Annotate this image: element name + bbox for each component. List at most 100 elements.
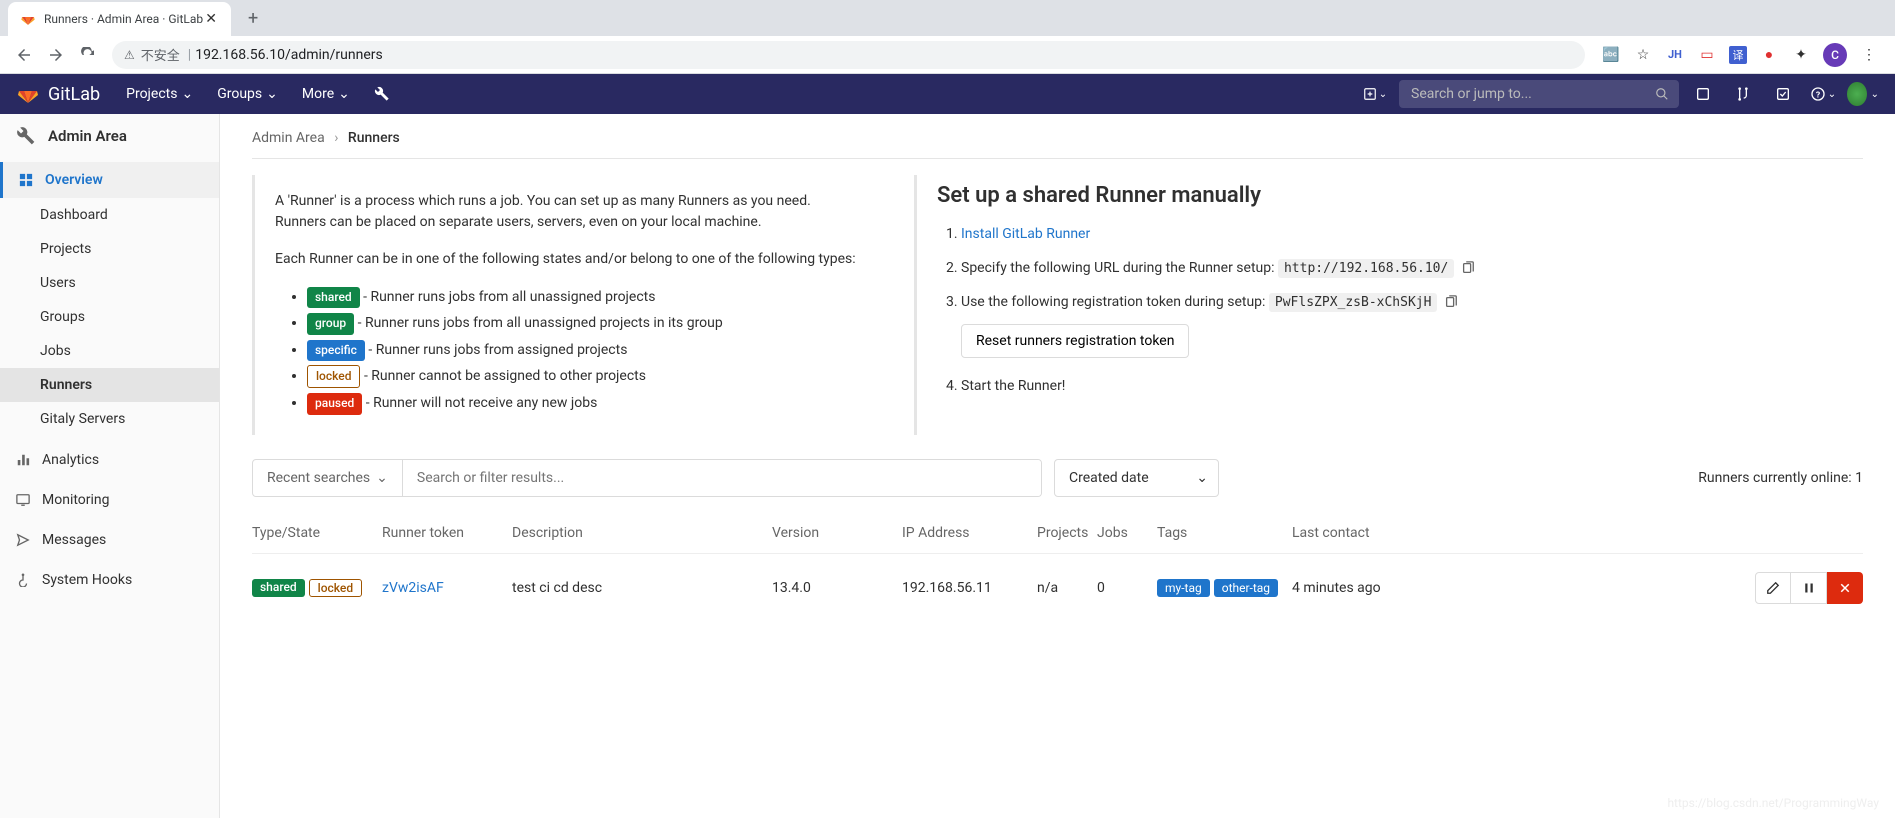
extensions-icon[interactable]: ✦ bbox=[1791, 45, 1811, 65]
new-tab-button[interactable]: + bbox=[239, 4, 267, 32]
search-wrap bbox=[1399, 80, 1679, 108]
tab-close-icon[interactable]: ✕ bbox=[203, 11, 219, 27]
badge-shared: shared bbox=[307, 287, 360, 308]
edit-runner-button[interactable] bbox=[1755, 572, 1791, 604]
sort-select[interactable]: Created date⌄ bbox=[1054, 459, 1219, 497]
cell-actions bbox=[1755, 572, 1863, 604]
runners-table: Type/State Runner token Description Vers… bbox=[252, 513, 1863, 622]
cell-proj: n/a bbox=[1037, 580, 1097, 596]
setup-box: Set up a shared Runner manually Install … bbox=[914, 175, 1863, 435]
sidebar-monitoring[interactable]: Monitoring bbox=[0, 480, 219, 520]
search-icon[interactable] bbox=[1655, 87, 1669, 101]
th-ver: Version bbox=[772, 525, 902, 541]
sidebar-hooks[interactable]: System Hooks bbox=[0, 560, 219, 600]
info-p2: Each Runner can be in one of the followi… bbox=[275, 249, 862, 270]
sidebar-item-gitaly[interactable]: Gitaly Servers bbox=[0, 402, 219, 436]
ext-jh-icon[interactable]: JH bbox=[1665, 45, 1685, 65]
sidebar-item-jobs[interactable]: Jobs bbox=[0, 334, 219, 368]
star-icon[interactable]: ☆ bbox=[1633, 45, 1653, 65]
hooks-icon bbox=[16, 573, 30, 587]
delete-runner-button[interactable] bbox=[1827, 572, 1863, 604]
reload-button[interactable] bbox=[74, 41, 102, 69]
setup-token: PwFlsZPX_zsB-xChSKjH bbox=[1269, 293, 1438, 312]
chevron-down-icon: ⌄ bbox=[266, 86, 278, 102]
cell-ip: 192.168.56.11 bbox=[902, 580, 1037, 596]
filter-row: Recent searches ⌄ Created date⌄ Runners … bbox=[252, 459, 1863, 497]
main-nav: Projects ⌄ Groups ⌄ More ⌄ bbox=[116, 78, 400, 110]
nav-more[interactable]: More ⌄ bbox=[292, 78, 360, 110]
tab-title: Runners · Admin Area · GitLab bbox=[44, 12, 203, 26]
sidebar-header[interactable]: Admin Area bbox=[0, 114, 219, 158]
help-icon[interactable]: ? ⌄ bbox=[1807, 78, 1839, 110]
search-input[interactable] bbox=[1399, 80, 1679, 108]
toolbar-icons: 🔤 ☆ JH ▭ 译 ● ✦ C ⋮ bbox=[1593, 43, 1887, 67]
profile-avatar[interactable]: C bbox=[1823, 43, 1847, 67]
wrench-icon bbox=[16, 126, 36, 146]
row-badge-shared: shared bbox=[252, 579, 305, 597]
recent-searches-button[interactable]: Recent searches ⌄ bbox=[253, 460, 403, 496]
info-row: A 'Runner' is a process which runs a job… bbox=[252, 175, 1863, 435]
info-p1: A 'Runner' is a process which runs a job… bbox=[275, 191, 862, 233]
not-secure-icon: ⚠ bbox=[124, 48, 135, 62]
menu-icon[interactable]: ⋮ bbox=[1859, 45, 1879, 65]
reset-token-button[interactable]: Reset runners registration token bbox=[961, 324, 1189, 358]
gitlab-header: GitLab Projects ⌄ Groups ⌄ More ⌄ ⌄ ? ⌄ … bbox=[0, 74, 1895, 114]
todos-icon[interactable] bbox=[1767, 78, 1799, 110]
gitlab-logo[interactable]: GitLab bbox=[16, 82, 100, 106]
back-button[interactable] bbox=[10, 41, 38, 69]
sidebar-item-runners[interactable]: Runners bbox=[0, 368, 219, 402]
ext-trans-icon[interactable]: 译 bbox=[1729, 46, 1747, 64]
sidebar-item-projects[interactable]: Projects bbox=[0, 232, 219, 266]
breadcrumb-sep: › bbox=[334, 130, 338, 146]
user-avatar bbox=[1847, 82, 1867, 106]
badge-locked: locked bbox=[307, 365, 360, 388]
breadcrumb: Admin Area › Runners bbox=[252, 130, 1863, 159]
plus-dropdown[interactable]: ⌄ bbox=[1359, 78, 1391, 110]
ext-rec-icon[interactable]: ● bbox=[1759, 45, 1779, 65]
user-menu[interactable]: ⌄ bbox=[1847, 78, 1879, 110]
th-last: Last contact bbox=[1292, 525, 1432, 541]
messages-icon bbox=[16, 533, 30, 547]
filter-input[interactable] bbox=[403, 460, 1041, 496]
translate-icon[interactable]: 🔤 bbox=[1601, 45, 1621, 65]
runner-token-link[interactable]: zVw2isAF bbox=[382, 580, 444, 596]
analytics-icon bbox=[16, 453, 30, 467]
install-runner-link[interactable]: Install GitLab Runner bbox=[961, 226, 1090, 242]
sidebar-overview[interactable]: Overview bbox=[0, 162, 219, 198]
sidebar-item-groups[interactable]: Groups bbox=[0, 300, 219, 334]
breadcrumb-root[interactable]: Admin Area bbox=[252, 130, 325, 146]
chevron-down-icon: ⌄ bbox=[1196, 470, 1208, 486]
runner-tag: other-tag bbox=[1214, 579, 1278, 597]
svg-text:?: ? bbox=[1816, 90, 1820, 100]
copy-token-icon[interactable] bbox=[1441, 292, 1461, 312]
sidebar-analytics[interactable]: Analytics bbox=[0, 440, 219, 480]
ext-shield-icon[interactable]: ▭ bbox=[1697, 45, 1717, 65]
browser-chrome: Runners · Admin Area · GitLab ✕ + ⚠ 不安全 … bbox=[0, 0, 1895, 74]
sidebar-title: Admin Area bbox=[48, 127, 127, 145]
nav-groups[interactable]: Groups ⌄ bbox=[207, 78, 288, 110]
breadcrumb-current: Runners bbox=[348, 130, 400, 146]
pause-runner-button[interactable] bbox=[1791, 572, 1827, 604]
sidebar-messages[interactable]: Messages bbox=[0, 520, 219, 560]
browser-tab[interactable]: Runners · Admin Area · GitLab ✕ bbox=[8, 2, 231, 36]
info-badge-list: shared - Runner runs jobs from all unass… bbox=[275, 286, 862, 415]
forward-button[interactable] bbox=[42, 41, 70, 69]
issues-icon[interactable] bbox=[1687, 78, 1719, 110]
sidebar-item-users[interactable]: Users bbox=[0, 266, 219, 300]
info-box: A 'Runner' is a process which runs a job… bbox=[252, 175, 882, 435]
watermark: https://blog.csdn.net/ProgrammingWay bbox=[1667, 796, 1879, 810]
admin-wrench-icon[interactable] bbox=[364, 78, 400, 110]
th-token: Runner token bbox=[382, 525, 512, 541]
setup-step4: Start the Runner! bbox=[961, 372, 1843, 400]
sidebar-item-dashboard[interactable]: Dashboard bbox=[0, 198, 219, 232]
copy-url-icon[interactable] bbox=[1458, 258, 1478, 278]
runner-tag: my-tag bbox=[1157, 579, 1210, 597]
tab-bar: Runners · Admin Area · GitLab ✕ + bbox=[0, 0, 1895, 36]
merge-requests-icon[interactable] bbox=[1727, 78, 1759, 110]
nav-projects[interactable]: Projects ⌄ bbox=[116, 78, 203, 110]
cell-token: zVw2isAF bbox=[382, 580, 512, 596]
th-jobs: Jobs bbox=[1097, 525, 1157, 541]
brand-text: GitLab bbox=[48, 84, 100, 105]
chevron-down-icon: ⌄ bbox=[338, 86, 350, 102]
url-bar[interactable]: ⚠ 不安全 | 192.168.56.10/admin/runners bbox=[112, 41, 1585, 69]
